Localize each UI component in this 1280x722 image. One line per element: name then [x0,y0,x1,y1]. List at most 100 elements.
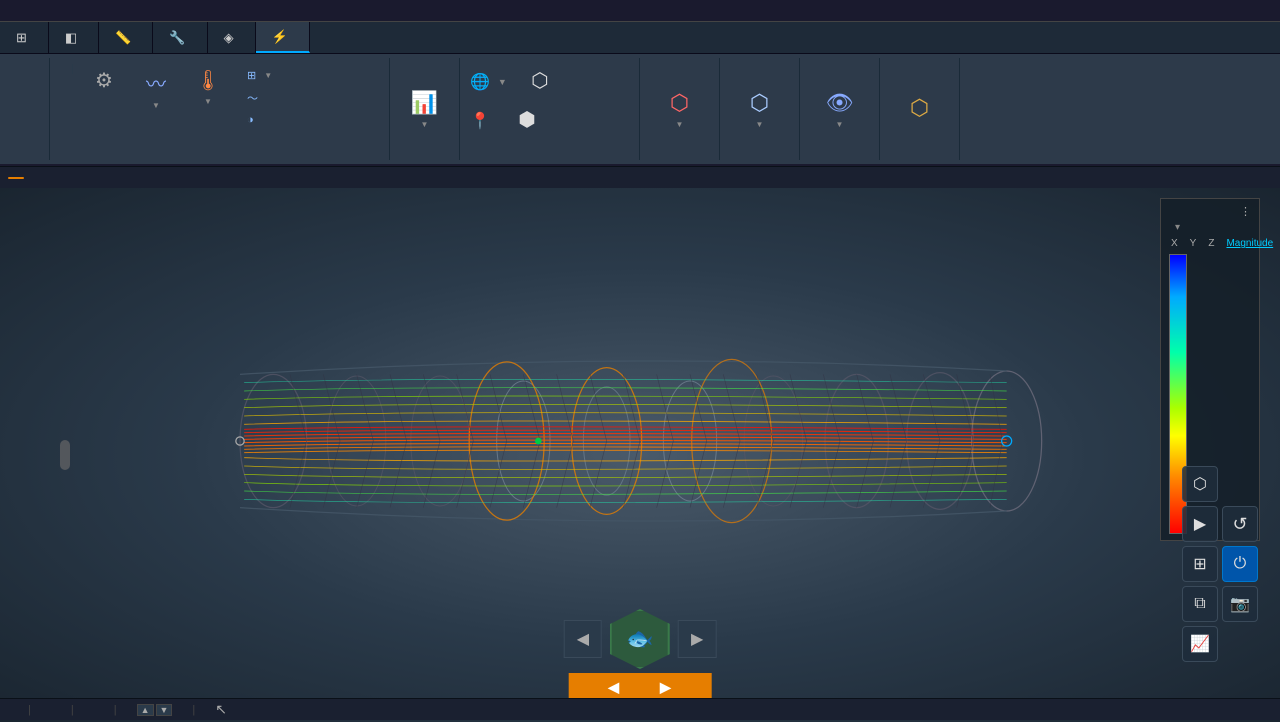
float-toolbar-row-5: 📈 [1182,626,1258,662]
status-sep-1: | [28,704,31,716]
file-tag[interactable] [8,177,24,179]
refresh-button[interactable]: ↺ [1222,506,1258,542]
prepare-icon: ◈ [224,30,234,46]
colorbar-header: ⋮ [1169,205,1251,218]
ribbon-group-monitors: 📊 ▼ [390,58,460,160]
monitors-button[interactable]: 📊 ▼ [400,86,450,133]
minimize-button[interactable] [1196,0,1224,21]
resolution-icon: ⬡ [531,68,548,93]
tab-prepare[interactable]: ◈ [208,22,256,53]
tab-facets[interactable]: ⊞ [0,22,49,53]
global-icon: 🌐 [470,72,490,92]
status-sep-4: | [192,704,195,716]
physics-icons: ⚙ 〰 ▼ 🌡 ▼ [79,64,233,114]
fidelity-row-1: 🌐 ▼ ⬡ [468,62,567,101]
ribbon-group-export: ⬡ [880,58,960,160]
materials-icon: ⬡ [670,90,689,116]
status-sep-3: | [114,704,117,716]
topology-icon: ◑ [247,114,254,126]
tab-repair[interactable]: 🔧 [153,22,207,53]
local-icon: 📍 [470,111,490,131]
chart-button[interactable]: 📈 [1182,626,1218,662]
status-arrow-up[interactable]: ▲ [137,704,154,716]
sim-options-arrow: ▼ [264,71,272,80]
tab-measure[interactable]: 📏 [99,22,153,53]
colorbar-menu-icon[interactable]: ⋮ [1240,205,1251,218]
viewport[interactable]: ⋮ ▾ X Y Z Magnitude [0,188,1280,722]
ribbon-group-materials: ⬡ ▼ [640,58,720,160]
tab-simulation[interactable]: ⚡ [256,22,310,53]
monitors-icon: 📊 [411,90,438,116]
explore-prev-icon: ◀ [608,679,620,696]
sim-options-button[interactable]: ⊞ ▼ [241,66,278,85]
display-icon: ◧ [65,30,77,46]
show-button[interactable]: 👁 ▼ [815,86,865,133]
repair-icon: 🔧 [169,30,185,46]
explore-bar: ◀ 🐟 ▶ ◀ ▶ [564,605,717,702]
ribbon-group-display: 👁 ▼ [800,58,880,160]
axis-magnitude[interactable]: Magnitude [1224,237,1275,250]
title-bar [0,0,1280,22]
ribbon-group-art [0,58,50,160]
simulation-study-arrow: ▼ [756,120,764,129]
structural-button[interactable]: ⚙ [79,64,129,114]
size-preview-button[interactable]: ⬢ [502,103,552,138]
external-flow-button[interactable] [58,70,66,74]
window-controls [1196,0,1280,21]
ribbon-group-study: ⬡ ▼ [720,58,800,160]
internal-flow-button[interactable] [58,64,66,68]
ribbon: ⚙ 〰 ▼ 🌡 ▼ [0,54,1280,166]
status-arrow-down[interactable]: ▼ [156,704,173,716]
axis-y[interactable]: Y [1188,237,1199,250]
play-button[interactable]: ▶ [1182,506,1218,542]
transfer-button[interactable]: ⬡ [895,91,945,127]
solid-thermal-icon: 🌡 [195,68,220,93]
solid-thermal-arrow: ▼ [204,97,212,106]
global-arrow: ▼ [498,77,507,87]
natural-freq-button[interactable]: 〜 [241,87,278,109]
natural-freq-icon: 〜 [247,90,258,106]
layer-button[interactable]: ⧉ [1182,586,1218,622]
colorbar-axes: X Y Z Magnitude [1169,237,1251,250]
topology-opt-button[interactable]: ◑ [241,111,278,129]
global-item[interactable]: 🌐 ▼ [470,72,507,92]
tab-display[interactable]: ◧ [49,22,99,53]
power-button[interactable]: ⏻ [1222,546,1258,582]
hex-center-button[interactable]: 🐟 [610,609,670,669]
status-bar: | | | ▲ ▼ | ↖ [0,698,1280,720]
ribbon-content: ⚙ 〰 ▼ 🌡 ▼ [0,54,1280,164]
materials-button[interactable]: ⬡ ▼ [655,86,705,133]
simulation-study-button[interactable]: ⬡ ▼ [735,86,785,133]
colorbar-unit-row: ▾ [1169,222,1251,233]
ribbon-group-physics: ⚙ 〰 ▼ 🌡 ▼ [50,58,390,160]
colorbar-dropdown-icon[interactable]: ▾ [1175,222,1180,233]
show-icon: 👁 [826,90,854,116]
resolution-button[interactable]: ⬡ [515,64,565,99]
simulation-study-icon: ⬡ [750,90,769,116]
float-toolbar-row-1: ⬡ [1182,466,1258,502]
hex-next[interactable]: ▶ [678,620,716,658]
explore-next-icon: ▶ [660,679,672,696]
float-toolbar-right: ⬡ ▶ ↺ ⊞ ⏻ ⧉ 📷 📈 [1182,466,1258,662]
hex-center-icon: 🐟 [626,626,653,652]
maximize-button[interactable] [1224,0,1252,21]
size-preview-icon: ⬢ [518,107,535,132]
hex-prev[interactable]: ◀ [564,620,602,658]
float-toolbar-row-4: ⧉ 📷 [1182,586,1258,622]
camera-button[interactable]: 📷 [1222,586,1258,622]
nav-cube-button[interactable]: ⬡ [1182,466,1218,502]
status-cursor-icon: ↖ [215,701,227,718]
sim-options-icon: ⊞ [247,69,256,82]
axis-z[interactable]: Z [1206,237,1216,250]
solid-thermal-button[interactable]: 🌡 ▼ [183,64,233,114]
grid-button[interactable]: ⊞ [1182,546,1218,582]
close-button[interactable] [1252,0,1280,21]
monitors-arrow: ▼ [421,120,429,129]
fluid-flow-button[interactable]: 〰 ▼ [131,64,181,114]
fluid-flow-arrow: ▼ [152,101,160,110]
axis-x[interactable]: X [1169,237,1180,250]
local-item[interactable]: 📍 [470,111,494,131]
simulation-icon: ⚡ [272,29,288,45]
facets-icon: ⊞ [16,30,27,46]
fluid-flow-icon: 〰 [146,68,166,97]
